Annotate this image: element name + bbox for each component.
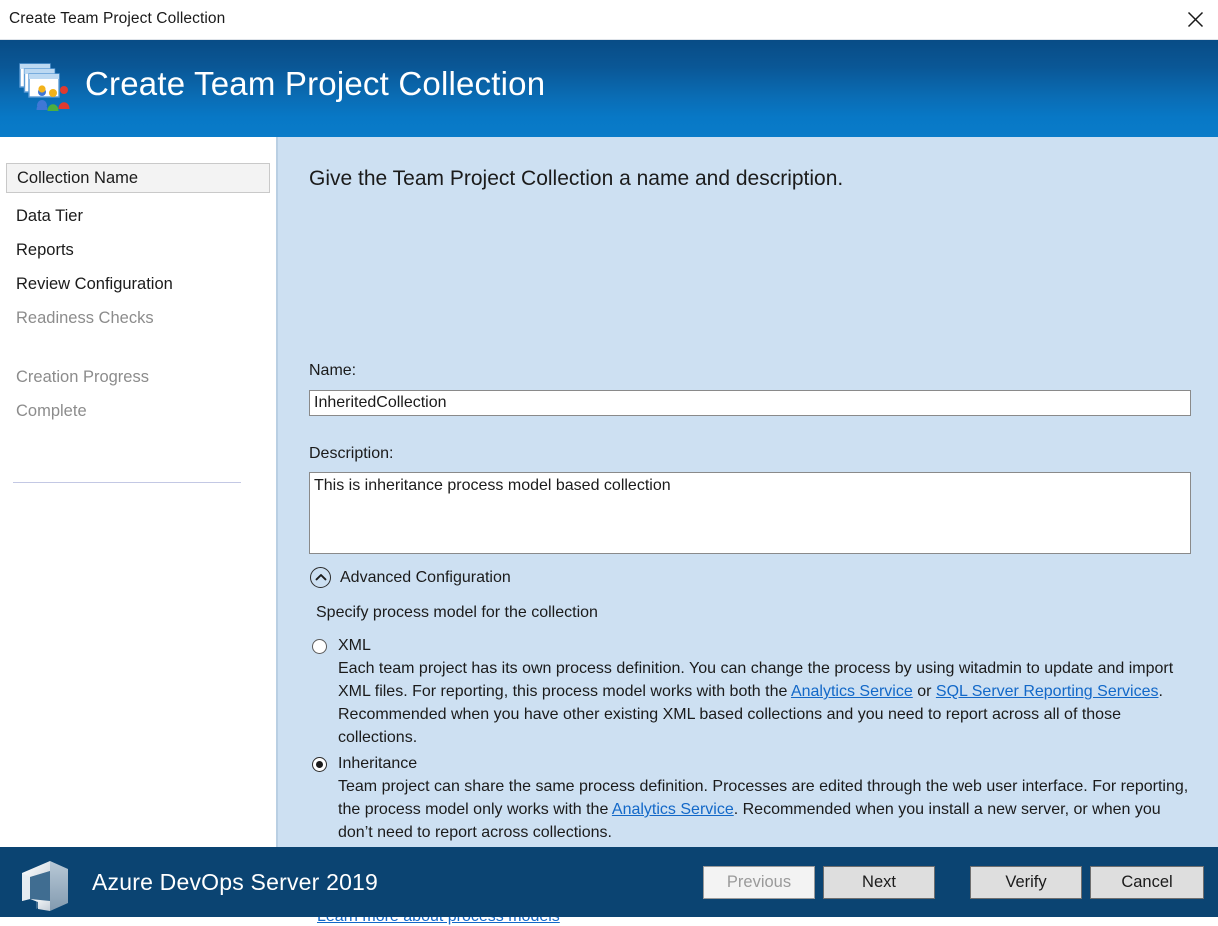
sidebar-item-reports[interactable]: Reports bbox=[6, 235, 270, 265]
previous-button: Previous bbox=[703, 866, 815, 899]
sidebar-item-creation-progress: Creation Progress bbox=[6, 362, 270, 392]
process-model-option-xml: XML Each team project has its own proces… bbox=[312, 637, 1196, 749]
radio-option-xml[interactable]: XML bbox=[312, 637, 1196, 655]
chevron-up-circle-icon bbox=[310, 567, 331, 588]
banner-title: Create Team Project Collection bbox=[85, 65, 545, 103]
collection-description-input[interactable]: This is inheritance process model based … bbox=[309, 472, 1191, 554]
product-brand-label: Azure DevOps Server 2019 bbox=[92, 869, 378, 896]
process-model-option-inheritance: Inheritance Team project can share the s… bbox=[312, 755, 1196, 844]
dialog-body: Collection Name Data Tier Reports Review… bbox=[0, 137, 1218, 847]
team-project-collection-icon bbox=[18, 62, 72, 114]
window-title-bar: Create Team Project Collection bbox=[0, 0, 1218, 40]
sidebar-item-label: Reports bbox=[16, 241, 74, 260]
link-sql-server-reporting-services[interactable]: SQL Server Reporting Services bbox=[936, 683, 1159, 700]
radio-label-xml: XML bbox=[338, 637, 371, 655]
radio-icon-xml[interactable] bbox=[312, 639, 327, 654]
window-title: Create Team Project Collection bbox=[9, 10, 225, 28]
page-title: Give the Team Project Collection a name … bbox=[309, 167, 843, 191]
sidebar-item-review-configuration[interactable]: Review Configuration bbox=[6, 269, 270, 299]
link-analytics-service-inheritance[interactable]: Analytics Service bbox=[612, 801, 734, 818]
sidebar-item-collection-name[interactable]: Collection Name bbox=[6, 163, 270, 193]
advanced-configuration-toggle[interactable]: Advanced Configuration bbox=[310, 567, 511, 588]
radio-selected-dot bbox=[316, 761, 323, 768]
collection-name-input[interactable] bbox=[309, 390, 1191, 416]
collection-name-panel: Give the Team Project Collection a name … bbox=[280, 137, 1218, 847]
radio-icon-inheritance[interactable] bbox=[312, 757, 327, 772]
process-model-description-xml: Each team project has its own process de… bbox=[338, 657, 1196, 749]
sidebar-item-complete: Complete bbox=[6, 396, 270, 426]
sidebar-item-label: Review Configuration bbox=[16, 275, 173, 294]
next-button[interactable]: Next bbox=[823, 866, 935, 899]
sidebar-item-readiness-checks: Readiness Checks bbox=[6, 303, 270, 333]
sidebar-item-label: Creation Progress bbox=[16, 368, 149, 387]
sidebar-item-label: Complete bbox=[16, 402, 87, 421]
close-button[interactable] bbox=[1172, 0, 1218, 39]
advanced-configuration-label: Advanced Configuration bbox=[340, 569, 511, 587]
sidebar-item-label: Data Tier bbox=[16, 207, 83, 226]
process-model-description-inheritance: Team project can share the same process … bbox=[338, 775, 1196, 844]
sidebar-divider bbox=[13, 482, 241, 483]
name-field-label: Name: bbox=[309, 362, 356, 380]
close-icon bbox=[1187, 11, 1204, 28]
sidebar-item-label: Readiness Checks bbox=[16, 309, 154, 328]
cancel-button[interactable]: Cancel bbox=[1090, 866, 1204, 899]
description-field-label: Description: bbox=[309, 445, 393, 463]
dialog-banner: Create Team Project Collection bbox=[0, 40, 1218, 137]
wizard-step-sidebar: Collection Name Data Tier Reports Review… bbox=[0, 137, 278, 847]
process-model-subtitle: Specify process model for the collection bbox=[316, 604, 598, 622]
link-analytics-service-xml[interactable]: Analytics Service bbox=[791, 683, 913, 700]
radio-option-inheritance[interactable]: Inheritance bbox=[312, 755, 1196, 773]
sidebar-item-label: Collection Name bbox=[17, 169, 138, 188]
xml-desc-part2: or bbox=[913, 683, 936, 700]
create-team-project-collection-dialog: Create Team Project Collection bbox=[0, 0, 1218, 917]
sidebar-item-data-tier[interactable]: Data Tier bbox=[6, 201, 270, 231]
radio-label-inheritance: Inheritance bbox=[338, 755, 417, 773]
azure-devops-logo-icon bbox=[16, 857, 78, 915]
verify-button[interactable]: Verify bbox=[970, 866, 1082, 899]
